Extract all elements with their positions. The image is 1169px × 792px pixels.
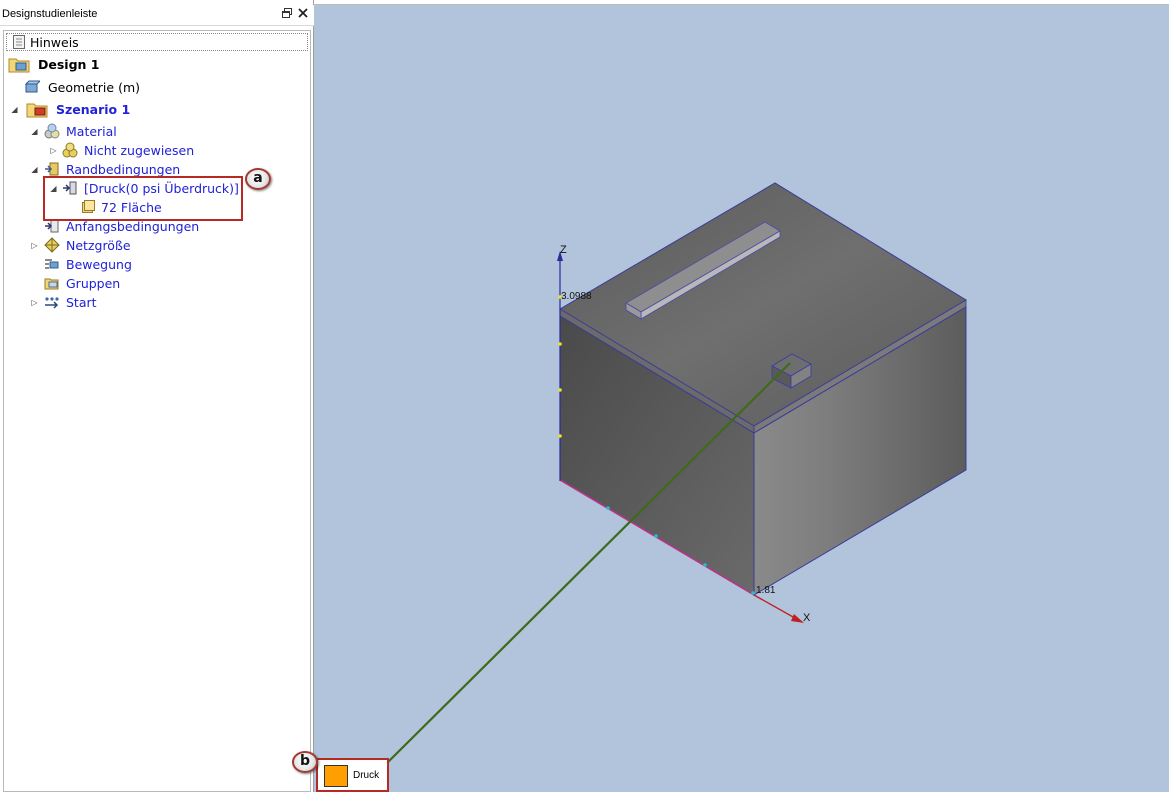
z-tick bbox=[558, 342, 562, 346]
expanded-triangle-icon[interactable]: ◢ bbox=[10, 105, 19, 114]
x-tick bbox=[703, 563, 707, 567]
x-tick bbox=[654, 534, 658, 538]
highlight-box-a bbox=[43, 176, 243, 221]
groups-icon bbox=[44, 278, 59, 290]
design-folder-icon bbox=[8, 58, 30, 73]
panel-title: Designstudienleiste bbox=[2, 8, 98, 20]
tree-item-label: Szenario 1 bbox=[56, 102, 131, 117]
legend-label: Druck bbox=[353, 770, 380, 781]
collapsed-triangle-icon[interactable]: ▷ bbox=[30, 298, 39, 307]
material-unassigned-icon bbox=[62, 142, 78, 158]
geometry-icon bbox=[24, 80, 40, 93]
collapsed-triangle-icon[interactable]: ▷ bbox=[30, 241, 39, 250]
tree-item-label: Material bbox=[66, 124, 117, 139]
legend-druck[interactable]: Druck bbox=[316, 758, 389, 792]
motion-icon bbox=[45, 259, 59, 269]
tree-item-label: Hinweis bbox=[30, 35, 79, 50]
tree-item-label: Design 1 bbox=[38, 57, 100, 72]
design-tree: Hinweis Design 1 Geometrie (m) ◢ Szenari… bbox=[3, 30, 311, 792]
3d-viewport[interactable]: Z 3.0988 X 1.81 bbox=[314, 5, 1169, 792]
scenario-folder-icon bbox=[26, 103, 48, 118]
restore-window-icon[interactable] bbox=[280, 7, 294, 21]
start-icon bbox=[45, 297, 59, 309]
note-icon bbox=[13, 35, 25, 49]
z-tick bbox=[558, 295, 562, 299]
design-study-bar: Designstudienleiste Hinweis Design 1 Geo… bbox=[0, 0, 314, 792]
callout-a: a bbox=[245, 168, 271, 190]
tree-item-label: Geometrie (m) bbox=[48, 80, 140, 95]
tree-item-hinweis[interactable]: Hinweis bbox=[6, 33, 308, 51]
boundary-conditions-icon bbox=[45, 162, 59, 176]
tree-item-label: Gruppen bbox=[66, 276, 121, 291]
panel-header: Designstudienleiste bbox=[0, 5, 314, 26]
x-tick bbox=[606, 506, 610, 510]
expanded-triangle-icon[interactable]: ◢ bbox=[30, 165, 39, 174]
collapsed-triangle-icon[interactable]: ▷ bbox=[49, 146, 58, 155]
x-tick bbox=[751, 591, 755, 595]
z-axis-label: Z bbox=[560, 244, 567, 256]
mesh-size-icon bbox=[44, 237, 60, 253]
tree-item-label: Bewegung bbox=[66, 257, 132, 272]
material-icon bbox=[44, 123, 60, 139]
tree-item-label: Netzgröße bbox=[66, 238, 131, 253]
close-icon[interactable] bbox=[296, 7, 310, 21]
model-view: Z 3.0988 X 1.81 bbox=[386, 182, 967, 764]
expanded-triangle-icon[interactable]: ◢ bbox=[30, 127, 39, 136]
legend-swatch bbox=[324, 765, 348, 787]
z-tick bbox=[558, 434, 562, 438]
z-axis-value: 3.0988 bbox=[561, 291, 592, 302]
z-tick bbox=[558, 388, 562, 392]
tree-item-label: Start bbox=[66, 295, 97, 310]
callout-b: b bbox=[292, 751, 318, 773]
x-axis-value: 1.81 bbox=[756, 585, 776, 596]
tree-item-label: Nicht zugewiesen bbox=[84, 143, 195, 158]
x-axis-label: X bbox=[803, 612, 811, 624]
